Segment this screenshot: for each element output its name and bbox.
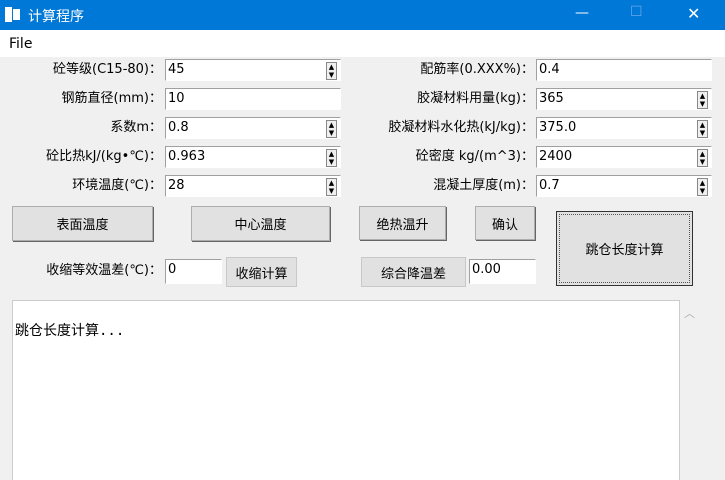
spinner-icon[interactable]: ▲ ▼ [697,120,708,138]
right-field-label: 胶凝材料用量(kg)： [417,91,534,106]
combined-drop-input[interactable]: 0.00 [469,259,536,284]
left-field-input[interactable]: 0.8 ▲ ▼ [165,117,341,139]
shrink-temp-input[interactable]: 0 [165,259,222,284]
field-value: 2400 [539,149,573,164]
field-value: 0.7 [539,178,560,193]
close-button[interactable]: ✕ [687,4,700,23]
right-field-label: 配筋率(0.XXX%)： [420,62,534,77]
jump-length-calc-button[interactable]: 跳仓长度计算 [556,211,693,286]
left-field-input[interactable]: 28 ▲ ▼ [165,175,341,197]
right-field-label: 胶凝材料水化热(kJ/kg)： [388,120,534,135]
field-value: 10 [168,91,185,106]
left-field-input[interactable]: 45 ▲ ▼ [165,59,341,81]
field-value: 375.0 [539,120,577,135]
right-field-input[interactable]: 365 ▲ ▼ [536,88,712,110]
left-field-label: 砼比热kJ/(kg•℃)： [46,149,162,164]
right-field-input[interactable]: 0.4 [536,59,712,81]
right-field-label: 砼密度 kg/(m^3)： [415,149,534,164]
minimize-button[interactable]: — [575,5,589,21]
field-value: 0.8 [168,120,189,135]
spinner-icon[interactable]: ▲ ▼ [697,149,708,167]
right-field-input[interactable]: 2400 ▲ ▼ [536,146,712,168]
left-field-label: 钢筋直径(mm)： [61,91,162,106]
scroll-up-icon[interactable]: ︿ [684,305,695,321]
app-icon [5,7,20,22]
field-value: 0.4 [539,62,560,77]
title-bar: 计算程序 — ☐ ✕ [0,0,725,30]
field-value: 28 [168,178,185,193]
menu-file[interactable]: File [9,36,32,52]
left-field-label: 系数m： [110,120,162,135]
left-field-input[interactable]: 0.963 ▲ ▼ [165,146,341,168]
spinner-icon[interactable]: ▲ ▼ [697,91,708,109]
output-textarea[interactable]: 跳仓长度计算... [12,300,680,480]
window-title: 计算程序 [28,9,84,25]
spinner-icon[interactable]: ▲ ▼ [697,178,708,196]
surface-temp-button[interactable]: 表面温度 [12,206,153,241]
combined-drop-button[interactable]: 综合降温差 [361,257,466,287]
field-value: 365 [539,91,564,106]
right-field-label: 混凝土厚度(m)： [433,178,534,193]
left-field-label: 砼等级(C15-80)： [53,62,162,77]
confirm-button[interactable]: 确认 [475,206,535,240]
right-field-input[interactable]: 375.0 ▲ ▼ [536,117,712,139]
right-field-input[interactable]: 0.7 ▲ ▼ [536,175,712,197]
left-field-label: 环境温度(℃)： [72,178,162,193]
adiabatic-rise-button[interactable]: 绝热温升 [359,206,446,240]
menu-bar: File [0,30,725,57]
shrink-temp-label: 收缩等效温差(℃)： [46,263,162,278]
field-value: 45 [168,62,185,77]
field-value: 0.963 [168,149,206,164]
center-temp-button[interactable]: 中心温度 [191,206,330,241]
shrink-calc-button[interactable]: 收缩计算 [226,257,297,287]
output-text: 跳仓长度计算... [15,323,125,339]
left-field-input[interactable]: 10 [165,88,341,110]
maximize-button[interactable]: ☐ [630,4,643,20]
